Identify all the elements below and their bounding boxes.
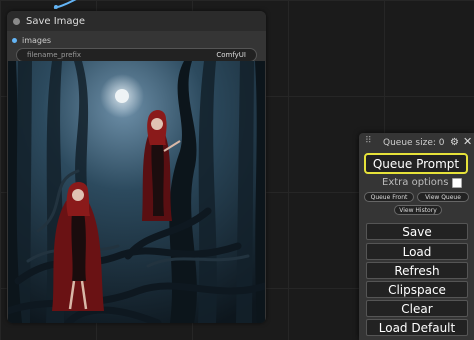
clipspace-button[interactable]: Clipspace <box>366 281 468 298</box>
image-preview[interactable] <box>8 61 265 323</box>
extra-options-checkbox[interactable] <box>452 177 463 188</box>
extra-options-label: Extra options <box>382 177 449 188</box>
generated-image <box>8 61 265 323</box>
node-output-images[interactable]: images <box>7 33 266 47</box>
queue-prompt-button[interactable]: Queue Prompt <box>364 153 468 174</box>
node-title: Save Image <box>26 15 86 27</box>
queue-size-label: Queue size: 0 <box>383 138 445 148</box>
refresh-button[interactable]: Refresh <box>366 262 468 279</box>
link-wire <box>53 0 77 9</box>
extra-options-row[interactable]: Extra options <box>382 177 463 188</box>
save-button[interactable]: Save <box>366 223 468 240</box>
view-history-button[interactable]: View History <box>394 205 442 215</box>
panel-header[interactable]: ⠿ Queue size: 0 ⚙ ✕ <box>359 133 474 153</box>
load-default-button[interactable]: Load Default <box>366 319 468 336</box>
drag-handle-icon[interactable]: ⠿ <box>365 136 372 146</box>
widget-value: ComfyUI <box>216 51 246 59</box>
save-image-node[interactable]: Save Image images filename_prefix ComfyU… <box>7 11 266 323</box>
output-label: images <box>22 35 52 45</box>
close-icon[interactable]: ✕ <box>463 135 472 148</box>
view-queue-button[interactable]: View Queue <box>417 192 469 202</box>
widget-label: filename_prefix <box>27 51 82 59</box>
output-slot-icon[interactable] <box>12 37 17 43</box>
gear-icon[interactable]: ⚙ <box>450 137 459 148</box>
load-button[interactable]: Load <box>366 243 468 260</box>
node-header[interactable]: Save Image <box>7 11 266 31</box>
clear-button[interactable]: Clear <box>366 300 468 317</box>
node-collapse-dot[interactable] <box>13 17 20 25</box>
queue-front-button[interactable]: Queue Front <box>364 192 414 202</box>
queue-panel: ⠿ Queue size: 0 ⚙ ✕ Queue Prompt Extra o… <box>359 133 474 340</box>
filename-prefix-widget[interactable]: filename_prefix ComfyUI <box>16 48 257 62</box>
